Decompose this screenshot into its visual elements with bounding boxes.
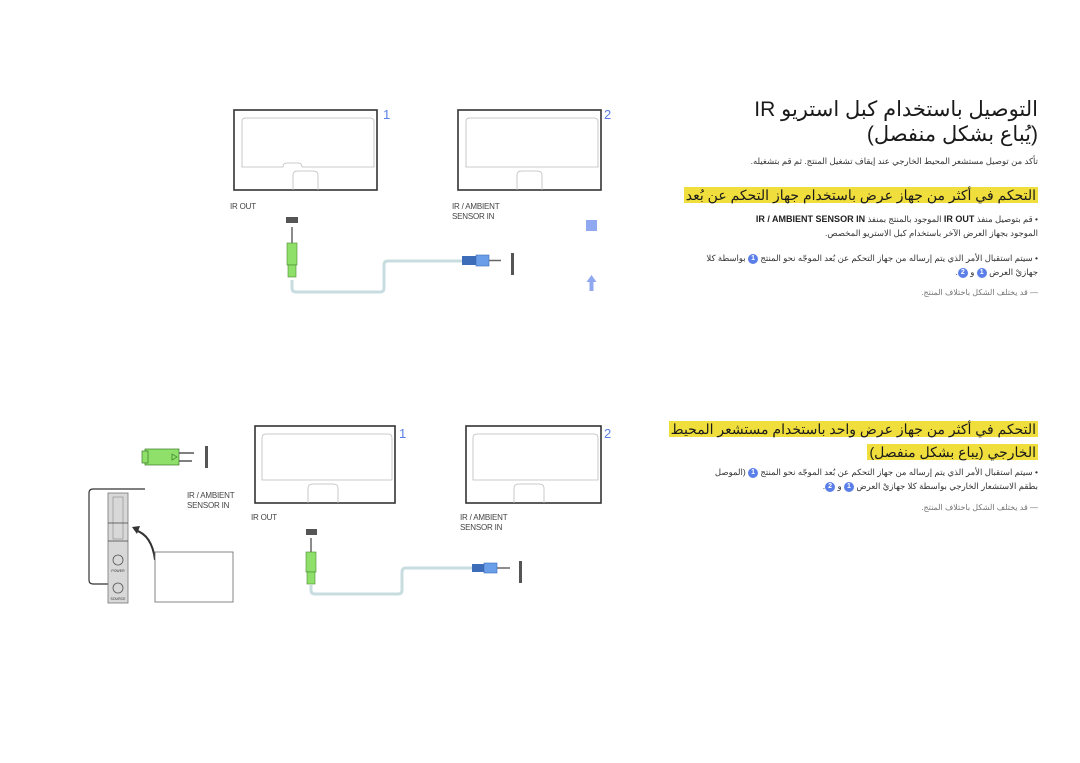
badge-display-1: 1 (748, 467, 759, 478)
display-front (154, 551, 234, 603)
display-1-rear (254, 425, 396, 504)
sensor-in-port (519, 561, 522, 583)
blue-plug (462, 254, 501, 267)
diagram2-svg: POWER SOURCE (88, 425, 602, 604)
diagram1-svg (233, 109, 602, 294)
sensor-in-port (511, 253, 514, 275)
blue-plug (472, 562, 510, 574)
bullet-line: • سيتم استقبال الأمر الذي يتم إرساله من … (706, 253, 1038, 264)
sensor-square-icon (586, 220, 597, 231)
note-appearance: ― قد يختلف الشكل باختلاف المنتج. (921, 503, 1038, 512)
bullet-connect-cable: • قم بتوصيل منفذ IR OUT الموجود بالمنتج … (618, 212, 1038, 240)
display-1-number: 1 (383, 107, 391, 122)
highlighted-heading: الخارجي (يباع بشكل منفصل) (867, 444, 1038, 460)
bullet-line: • سيتم استقبال الأمر الذي يتم إرساله من … (714, 467, 1038, 478)
section-title-line2: (يُباع بشكل منفصل) (866, 123, 1038, 146)
stereo-cable (290, 259, 462, 294)
port-sensor-in: IR / AMBIENT SENSOR IN (755, 214, 866, 224)
display-2-number: 2 (604, 107, 612, 122)
sensor-port (205, 446, 208, 468)
green-plug (286, 227, 298, 278)
badge-display-2: 2 (957, 267, 968, 278)
display-2-number: 2 (604, 426, 612, 441)
highlighted-heading: التحكم في أكثر من جهاز عرض واحد باستخدام… (668, 421, 1038, 437)
note-appearance: ― قد يختلف الشكل باختلاف المنتج. (921, 288, 1038, 297)
bullet-line: جهازيْ العرض 1 و 2. (955, 267, 1038, 278)
port-ir-out: IR OUT (943, 214, 975, 224)
display-1-number: 1 (399, 426, 407, 441)
badge-display-1: 1 (748, 253, 759, 264)
external-sensor-kit: POWER SOURCE (107, 492, 129, 604)
diagram-external-sensor: POWER SOURCE 1 2 IR / AMBIENT SENSOR IN … (80, 420, 620, 610)
sensor-in-label: IR / AMBIENT SENSOR IN (452, 202, 500, 221)
display-1-rear (233, 109, 378, 191)
diagram-ir-stereo-cable: 1 2 IR OUT IR / AMBIENT SENSOR IN (230, 105, 620, 305)
display-2-rear (465, 425, 602, 504)
badge-display-2: 2 (825, 481, 836, 492)
intro-text: تأكد من توصيل مستشعر المحيط الخارجي عند … (750, 156, 1038, 166)
power-label: POWER (111, 569, 125, 573)
highlighted-heading: التحكم في أكثر من جهاز عرض باستخدام جهاز… (683, 187, 1038, 203)
ir-out-label: IR OUT (251, 513, 277, 522)
display-2-rear (457, 109, 602, 191)
ir-out-label: IR OUT (230, 202, 256, 211)
bullet-line: الموجود بجهاز العرض الآخر باستخدام كبل ا… (825, 228, 1038, 238)
section-title-line1: التوصيل باستخدام كبل استريو IR (754, 98, 1038, 121)
badge-display-1: 1 (976, 267, 987, 278)
ir-out-port (286, 217, 298, 223)
stereo-cable (309, 566, 472, 596)
subheading-external-sensor: التحكم في أكثر من جهاز عرض واحد باستخدام… (618, 418, 1038, 463)
badge-display-1: 1 (843, 481, 854, 492)
green-plug (305, 538, 317, 585)
bullet-line: بطقم الاستشعار الخارجي بواسطة كلا جهازيْ… (822, 481, 1038, 492)
bullet-line: • قم بتوصيل منفذ IR OUT الموجود بالمنتج … (755, 214, 1038, 224)
sensor-kit-label: IR / AMBIENT SENSOR IN (187, 491, 235, 510)
bullet-receive-command: • سيتم استقبال الأمر الذي يتم إرساله من … (618, 251, 1038, 279)
source-label: SOURCE (111, 597, 127, 601)
sensor-in-label: IR / AMBIENT SENSOR IN (460, 513, 508, 532)
sensor-plug (141, 448, 194, 466)
ir-out-port (306, 529, 317, 535)
section-title: التوصيل باستخدام كبل استريو IR (يُباع بش… (618, 97, 1038, 147)
arrow-up-icon (586, 275, 597, 291)
subheading-remote-multi-display: التحكم في أكثر من جهاز عرض باستخدام جهاز… (618, 185, 1038, 205)
bullet-sensor-receive: • سيتم استقبال الأمر الذي يتم إرساله من … (598, 465, 1038, 493)
curved-arrow-icon (134, 529, 156, 561)
